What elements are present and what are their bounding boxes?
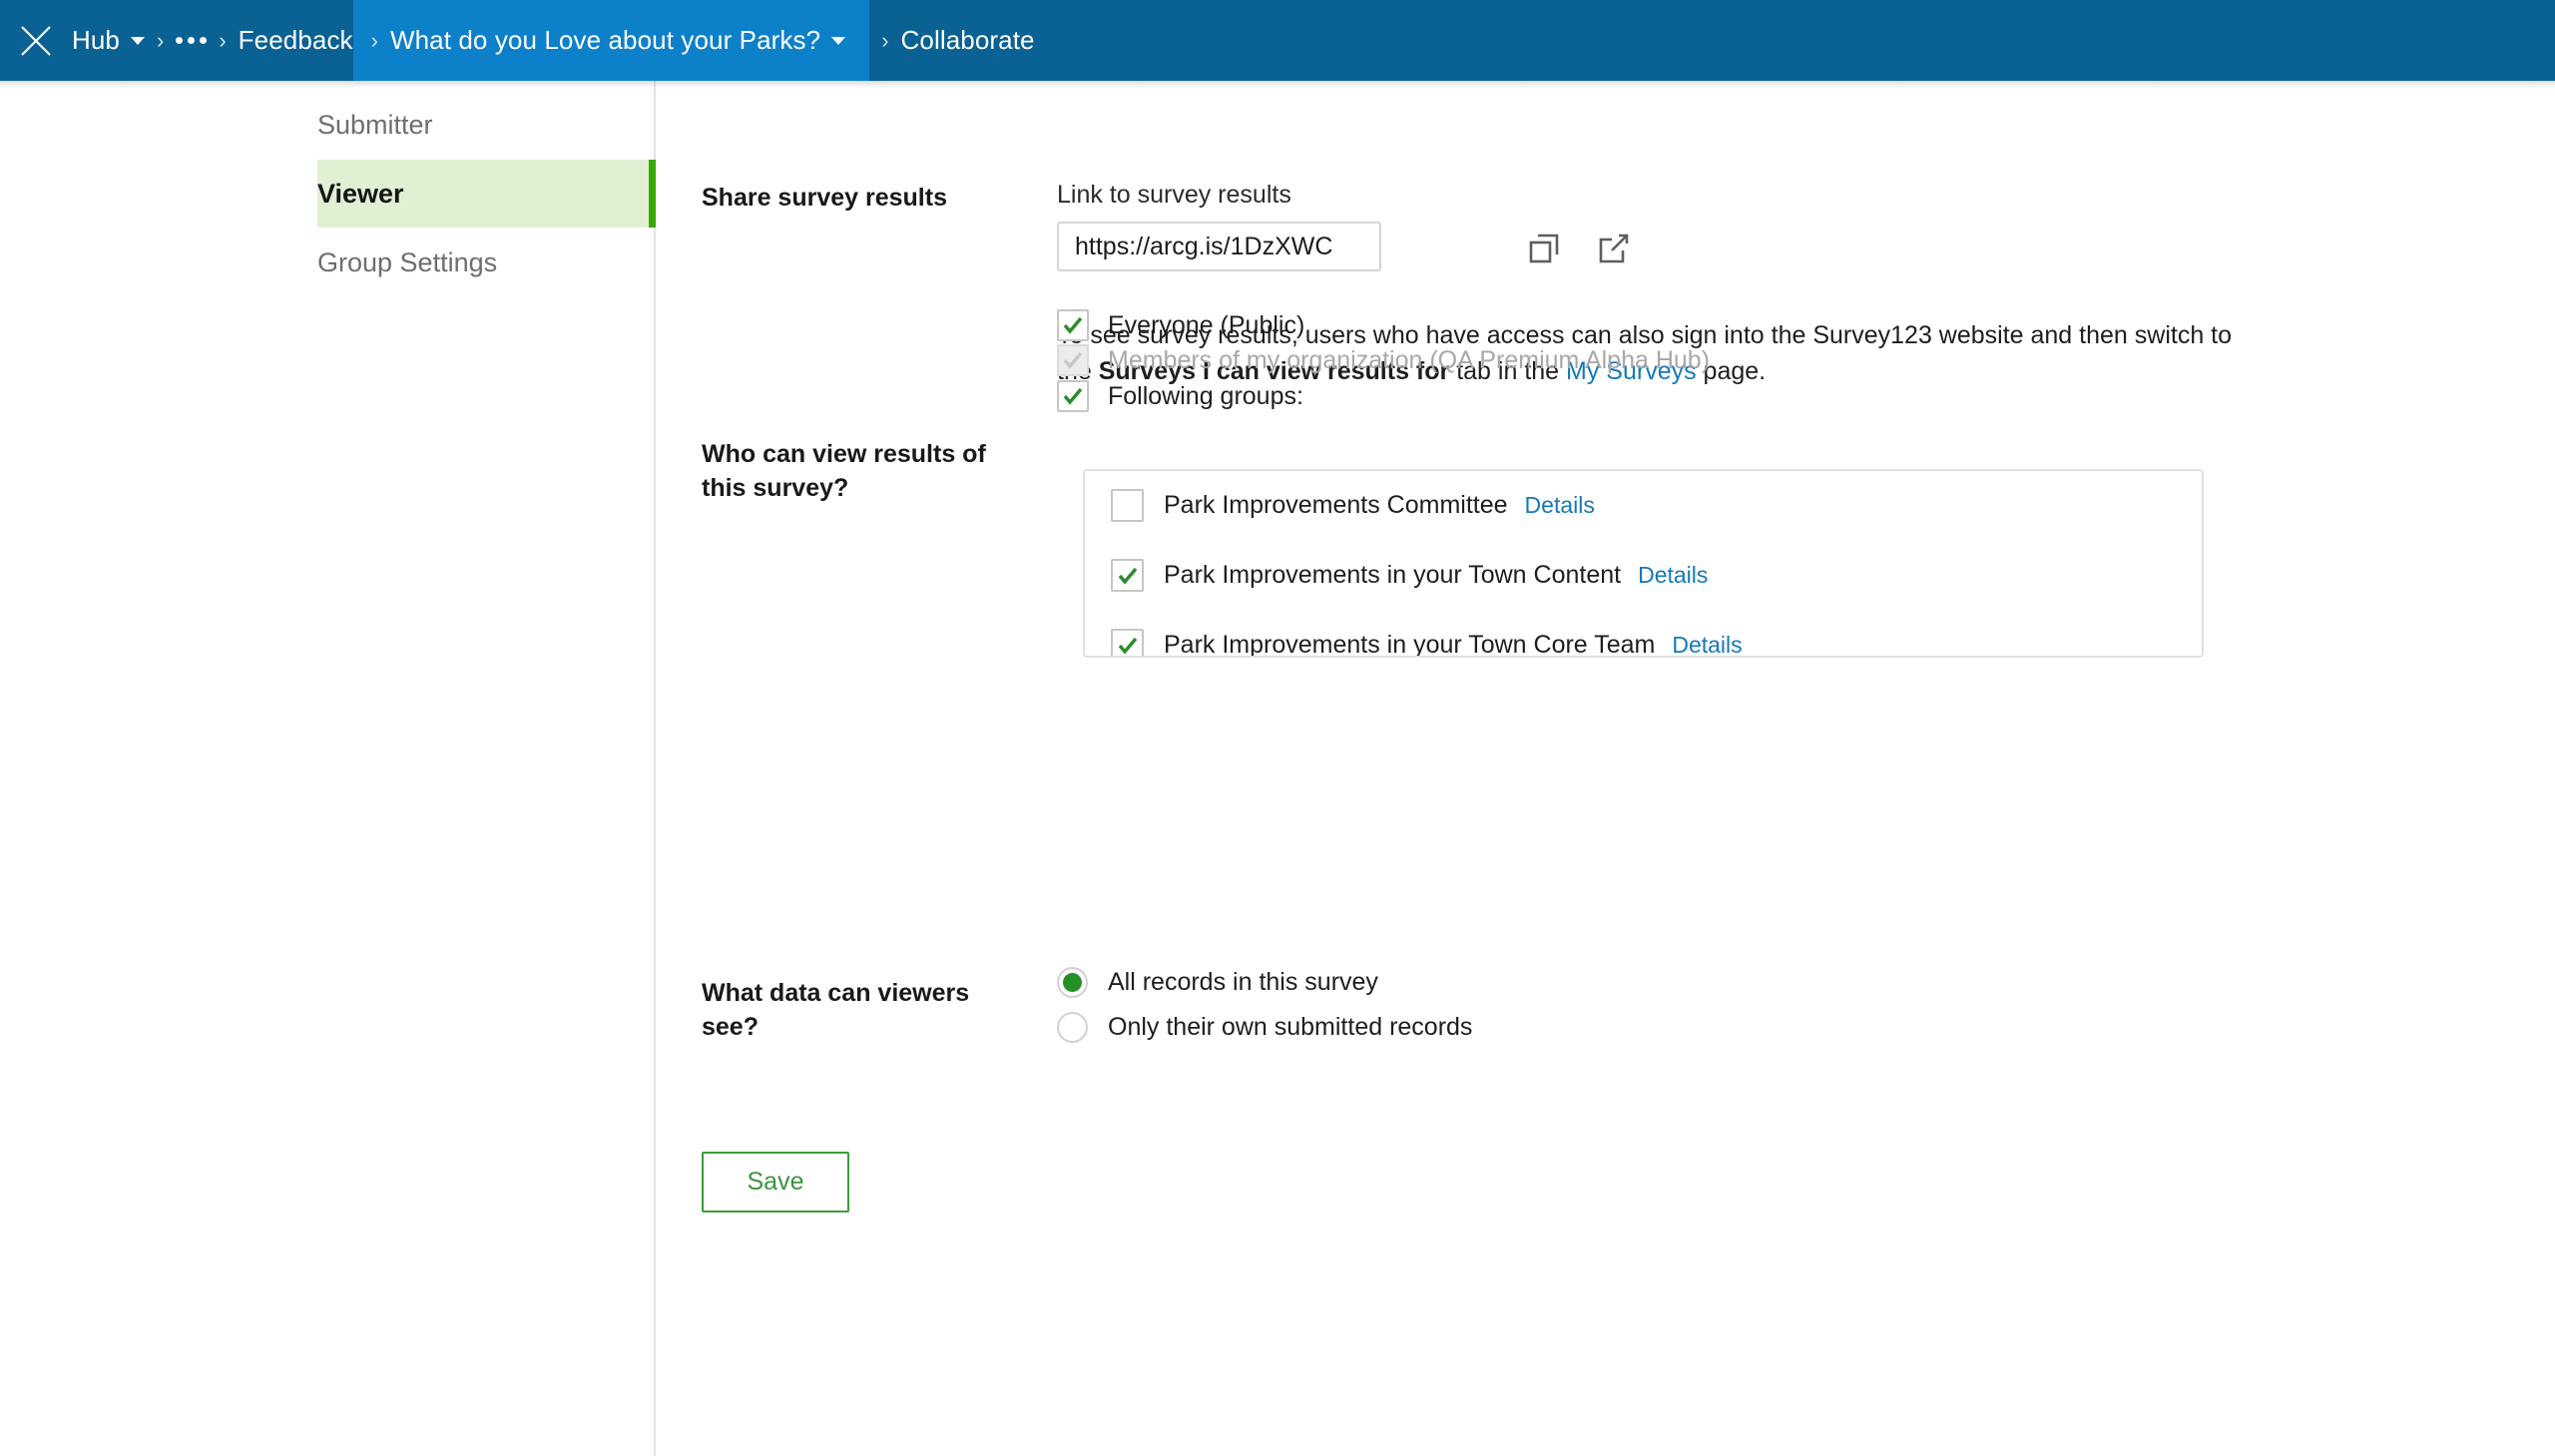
radio-label: All records in this survey (1108, 968, 1378, 997)
breadcrumb-bar: Hub › › Feedback › What do you Love abou… (0, 0, 2555, 81)
checkbox-label: Following groups: (1108, 382, 1303, 411)
breadcrumb-item-hub[interactable]: Hub (72, 0, 145, 81)
link-to-survey-results-label: Link to survey results (1057, 181, 1291, 210)
viewer-settings-panel: Share survey results Link to survey resu… (658, 81, 2555, 1456)
chevron-down-icon (131, 37, 145, 45)
radio-label: Only their own submitted records (1108, 1013, 1472, 1042)
checkbox-row-everyone-public[interactable]: Everyone (Public) (1057, 309, 1304, 341)
who-can-view-label: Who can view results of this survey? (702, 437, 1001, 505)
breadcrumb-separator: › (207, 0, 238, 81)
breadcrumb-item-collaborate[interactable]: › Collaborate (869, 0, 1034, 81)
group-list-panel: Park Improvements Committee Details Park… (1083, 469, 2204, 658)
checkbox-row-organization: Members of my organization (QA Premium A… (1057, 344, 1710, 376)
sidebar-item-label: Viewer (317, 179, 404, 210)
ellipsis-dot (200, 37, 207, 44)
sidebar-item-viewer[interactable]: Viewer (317, 160, 656, 228)
checkbox-following-groups[interactable] (1057, 380, 1089, 412)
survey-results-url-input[interactable] (1057, 222, 1381, 271)
save-button[interactable]: Save (702, 1152, 849, 1213)
breadcrumb-separator: › (145, 0, 176, 81)
what-data-label: What data can viewers see? (702, 976, 1001, 1044)
settings-sidebar: Submitter Viewer Group Settings (0, 81, 656, 1456)
checkbox-group[interactable] (1111, 559, 1144, 592)
check-icon (1061, 384, 1085, 408)
ellipsis-dot (176, 37, 183, 44)
checkbox-label: Everyone (Public) (1108, 311, 1304, 340)
radio-own-records[interactable] (1057, 1012, 1088, 1043)
checkbox-everyone-public[interactable] (1057, 309, 1089, 341)
copy-icon[interactable] (1522, 227, 1566, 270)
checkbox-label: Members of my organization (QA Premium A… (1108, 346, 1710, 375)
checkbox-organization (1057, 344, 1089, 376)
check-icon (1116, 564, 1140, 588)
close-icon[interactable] (0, 0, 72, 81)
check-icon (1116, 634, 1140, 658)
breadcrumb-collaborate-label: Collaborate (901, 25, 1035, 56)
check-icon (1061, 348, 1085, 372)
ellipsis-dot (188, 37, 195, 44)
checkbox-row-following-groups[interactable]: Following groups: (1057, 380, 1303, 412)
checkbox-group[interactable] (1111, 629, 1144, 658)
radio-row-own-records[interactable]: Only their own submitted records (1057, 1012, 1472, 1043)
breadcrumb-separator: › (869, 0, 900, 81)
sidebar-item-label: Group Settings (317, 247, 497, 278)
chevron-down-icon (831, 37, 845, 45)
radio-all-records[interactable] (1057, 967, 1088, 998)
breadcrumb-feedback-label: Feedback (239, 25, 353, 56)
breadcrumb-survey-label: What do you Love about your Parks? (390, 25, 820, 56)
group-name: Park Improvements Committee (1164, 491, 1508, 520)
group-row[interactable]: Park Improvements Committee Details (1111, 489, 1595, 522)
group-row[interactable]: Park Improvements in your Town Core Team… (1111, 629, 1743, 658)
group-details-link[interactable]: Details (1638, 562, 1708, 589)
group-name: Park Improvements in your Town Content (1164, 561, 1621, 590)
group-details-link[interactable]: Details (1672, 632, 1742, 658)
group-name: Park Improvements in your Town Core Team (1164, 631, 1655, 658)
breadcrumb-item-overflow[interactable] (176, 0, 207, 81)
sidebar-item-label: Submitter (317, 110, 433, 141)
group-details-link[interactable]: Details (1525, 492, 1595, 519)
breadcrumb-separator: › (371, 0, 390, 81)
page-body: Submitter Viewer Group Settings Share su… (0, 81, 2555, 1456)
external-link-icon[interactable] (1592, 227, 1636, 270)
breadcrumb-item-feedback[interactable]: Feedback (239, 0, 353, 81)
radio-dot (1063, 973, 1082, 992)
checkbox-group[interactable] (1111, 489, 1144, 522)
group-row[interactable]: Park Improvements in your Town Content D… (1111, 559, 1708, 592)
share-survey-results-label: Share survey results (702, 181, 1001, 215)
sidebar-item-submitter[interactable]: Submitter (317, 91, 656, 159)
breadcrumb-hub-label: Hub (72, 25, 120, 56)
breadcrumb-item-survey[interactable]: › What do you Love about your Parks? (353, 0, 870, 81)
radio-row-all-records[interactable]: All records in this survey (1057, 967, 1378, 998)
sidebar-item-group-settings[interactable]: Group Settings (317, 229, 656, 296)
check-icon (1061, 313, 1085, 337)
